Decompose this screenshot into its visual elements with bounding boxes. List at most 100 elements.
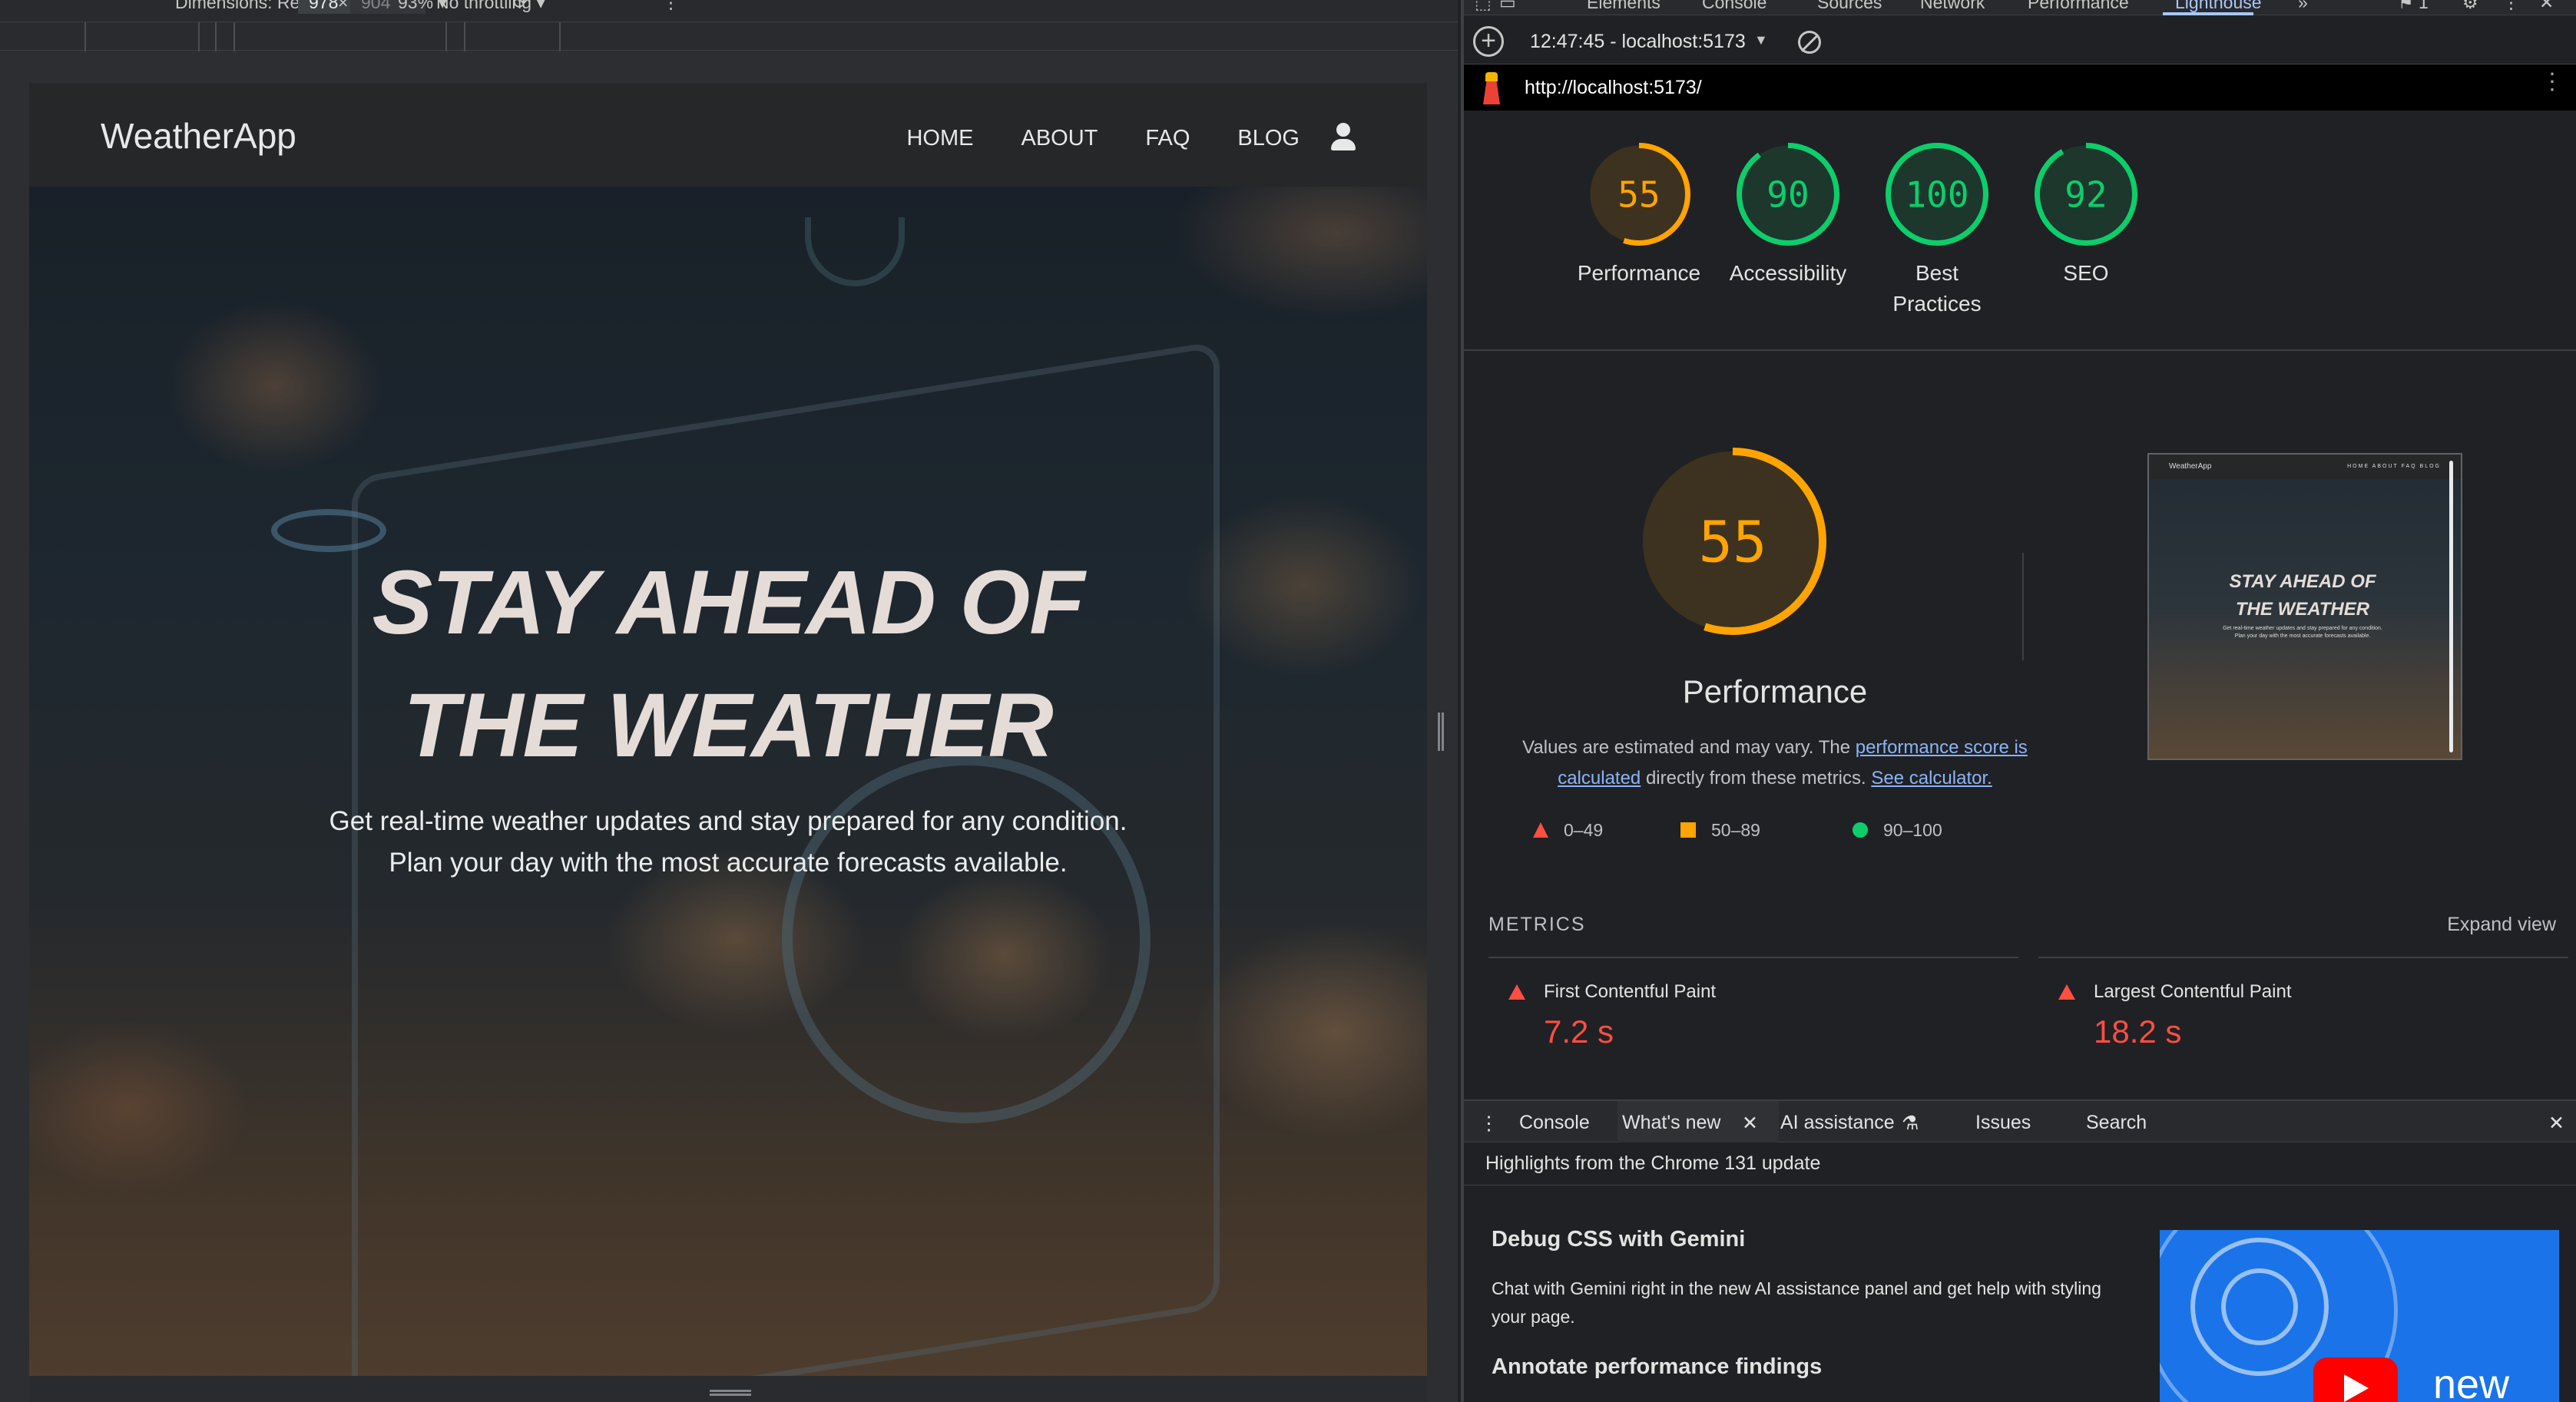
drawer-tab-console[interactable]: Console: [1519, 1112, 1590, 1134]
flask-icon: ⚗: [1902, 1113, 1919, 1134]
ruler-tick: [445, 22, 447, 51]
device-toggle-icon[interactable]: ▭: [1499, 0, 1516, 13]
drawer-tab-ai-assistance[interactable]: AI assistance: [1780, 1112, 1895, 1134]
user-icon[interactable]: [1330, 123, 1356, 154]
issues-badge[interactable]: ⚑ 1: [2398, 0, 2429, 13]
metric-divider: [2038, 957, 2568, 958]
whats-new-heading-2: Annotate performance findings: [1492, 1354, 1823, 1379]
hero-section: STAY AHEAD OF THE WEATHER Get real-time …: [29, 187, 1427, 1376]
nav-blog-link[interactable]: BLOG: [1237, 126, 1300, 151]
thumb-title: STAY AHEAD OF THE WEATHER: [2149, 568, 2456, 623]
throttling-dropdown[interactable]: No throttling ▾: [436, 0, 545, 13]
more-tabs-icon[interactable]: »: [2298, 0, 2308, 13]
expand-view-toggle[interactable]: Expand view: [2447, 914, 2556, 936]
big-gauge-value: 55: [1698, 510, 1766, 576]
fail-triangle-icon: [1508, 984, 1525, 1000]
lighthouse-tower: [1483, 81, 1500, 104]
metric-value: 18.2 s: [2094, 1013, 2182, 1050]
resize-handle-bottom[interactable]: [710, 1390, 751, 1396]
metric-value: 7.2 s: [1544, 1013, 1614, 1050]
gauge-value: 90: [1766, 174, 1809, 216]
score-gauge-performance[interactable]: 55 Performance: [1562, 143, 1716, 289]
close-whats-new-icon[interactable]: ✕: [1742, 1112, 1758, 1135]
lighthouse-icon: [1481, 72, 1502, 104]
final-screenshot-thumbnail[interactable]: WeatherApp HOME ABOUT FAQ BLOG STAY AHEA…: [2147, 453, 2462, 760]
site-navbar: WeatherApp HOME ABOUT FAQ BLOG: [29, 83, 1427, 187]
rotate-icon[interactable]: ⟳: [513, 0, 528, 13]
vertical-separator: [2022, 553, 2024, 660]
gauge-svg: 92: [2035, 143, 2137, 246]
report-selector-caret-icon[interactable]: ▼: [1754, 32, 1768, 48]
settings-icon[interactable]: ⚙: [2462, 0, 2478, 13]
legend-item: 50–89: [1680, 820, 1760, 841]
youtube-play-icon[interactable]: [2313, 1357, 2398, 1402]
tab-lighthouse[interactable]: Lighthouse: [2175, 0, 2262, 13]
lighthouse-lamp: [1485, 72, 1498, 81]
score-gauge-accessibility[interactable]: 90 Accessibility: [1711, 143, 1865, 289]
new-report-button[interactable]: +: [1473, 26, 1504, 57]
nav-faq-link[interactable]: FAQ: [1145, 126, 1190, 151]
clear-reports-icon[interactable]: [1798, 31, 1821, 54]
close-drawer-icon[interactable]: ✕: [2548, 1112, 2564, 1135]
score-gauge-best-practices[interactable]: 100 Best Practices: [1860, 143, 2014, 319]
devtools-tabbar: ⬚ ▭ Elements Console Sources Network Per…: [1464, 0, 2576, 15]
whats-new-video[interactable]: new: [2160, 1230, 2559, 1402]
thumb-title-line-2: THE WEATHER: [2235, 599, 2370, 620]
drawer-tab-search[interactable]: Search: [2086, 1112, 2147, 1134]
fail-triangle-icon: [1533, 822, 1548, 838]
video-art-circle: [2221, 1268, 2298, 1345]
devtools-menu-icon[interactable]: ⋮: [2502, 0, 2520, 13]
drawer-tabbar: ⋮ Console What's new ✕ AI assistance ⚗ I…: [1464, 1099, 2576, 1142]
media-query-ruler[interactable]: [0, 21, 1458, 51]
thumb-subtitle-line-2: Plan your day with the most accurate for…: [2234, 633, 2371, 639]
inspect-icon[interactable]: ⬚: [1475, 0, 1492, 13]
screen: Dimensions: Responsive ▾ 978 × 904 93% ▾…: [0, 0, 2576, 1402]
gauge-value: 100: [1905, 174, 1968, 216]
gauge-label: Accessibility: [1729, 261, 1847, 285]
tab-console[interactable]: Console: [1702, 0, 1766, 13]
tab-sources[interactable]: Sources: [1817, 0, 1882, 13]
whats-new-header: Highlights from the Chrome 131 update: [1464, 1142, 2576, 1185]
legend-range: 0–49: [1564, 820, 1604, 840]
nav-home-link[interactable]: HOME: [906, 126, 973, 151]
thumb-title-line-1: STAY AHEAD OF: [2229, 571, 2376, 592]
gauge-svg: 100: [1886, 143, 1988, 246]
drawer-tab-issues[interactable]: Issues: [1975, 1112, 2031, 1134]
hero-subtitle-line-1: Get real-time weather updates and stay p…: [329, 806, 1127, 836]
viewport-bottom-bar: [29, 1376, 1427, 1402]
legend-item: 90–100: [1853, 820, 1942, 841]
tab-network[interactable]: Network: [1920, 0, 1985, 13]
report-menu-icon[interactable]: ⋮: [2541, 71, 2564, 94]
report-url-bar: http://localhost:5173/ ⋮: [1464, 64, 2576, 111]
site-brand[interactable]: WeatherApp: [101, 115, 296, 157]
pass-circle-icon: [1853, 822, 1868, 838]
gauge-value: 55: [1617, 174, 1660, 216]
tab-performance[interactable]: Performance: [2028, 0, 2129, 13]
metric-name: Largest Contentful Paint: [2094, 981, 2292, 1002]
drawer-tab-whats-new[interactable]: What's new: [1622, 1112, 1720, 1134]
ruler-tick: [84, 22, 86, 51]
drawer-menu-icon[interactable]: ⋮: [1479, 1112, 1498, 1135]
gauge-label: SEO: [2063, 261, 2109, 285]
metric-divider: [1488, 957, 2018, 958]
desc-text-2: directly from these metrics.: [1641, 768, 1872, 789]
score-gauge-seo[interactable]: 92 SEO: [2009, 143, 2163, 289]
legend-range: 90–100: [1883, 820, 1942, 840]
close-devtools-icon[interactable]: ✕: [2539, 0, 2554, 13]
thumb-subtitle: Get real-time weather updates and stay p…: [2149, 625, 2456, 640]
ruler-tick: [559, 22, 561, 51]
whats-new-heading-1: Debug CSS with Gemini: [1492, 1227, 1746, 1252]
page-viewport: WeatherApp HOME ABOUT FAQ BLOG STAY AHEA…: [29, 83, 1427, 1376]
report-selector[interactable]: 12:47:45 - localhost:5173: [1530, 31, 1746, 53]
site-menu: HOME ABOUT FAQ BLOG: [859, 123, 1356, 154]
gauge-label: Performance: [1577, 261, 1701, 285]
device-emulation-pane: Dimensions: Responsive ▾ 978 × 904 93% ▾…: [0, 0, 1458, 1402]
thumb-subtitle-line-1: Get real-time weather updates and stay p…: [2223, 626, 2382, 631]
tab-elements[interactable]: Elements: [1587, 0, 1660, 13]
resize-handle-right[interactable]: [1438, 713, 1444, 751]
ruler-tick: [198, 22, 200, 51]
user-icon-body: [1331, 139, 1356, 150]
nav-about-link[interactable]: ABOUT: [1021, 126, 1098, 151]
more-options-icon[interactable]: ⋮: [662, 0, 680, 13]
see-calculator-link[interactable]: See calculator.: [1871, 768, 1992, 789]
